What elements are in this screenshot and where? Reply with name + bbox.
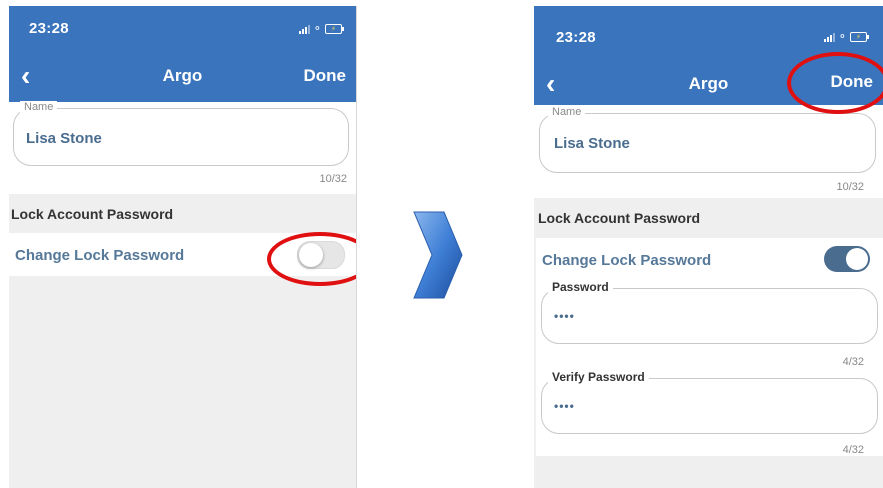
verify-password-field-label: Verify Password — [548, 370, 649, 384]
arrow-right-icon — [413, 211, 463, 299]
toggle-knob — [846, 248, 868, 270]
done-button[interactable]: Done — [304, 66, 347, 86]
name-field[interactable]: Name Lisa Stone — [13, 101, 349, 166]
name-field[interactable]: Name Lisa Stone — [539, 106, 876, 173]
status-icons: ⚬ ⚡ — [823, 31, 869, 43]
change-password-label: Change Lock Password — [542, 252, 712, 269]
screen-after: 23:28 ⚬ ⚡ ‹ Argo Done Name Lisa Stone 10… — [534, 6, 883, 488]
signal-bars-icon — [298, 24, 310, 34]
name-card: Name Lisa Stone 10/32 — [534, 105, 883, 198]
password-field-label: Password — [548, 280, 613, 294]
name-char-counter: 10/32 — [836, 181, 864, 193]
screen-before: 23:28 ⚬ ⚡ ‹ Argo Done Name Lisa Stone 10… — [9, 6, 357, 488]
section-title: Lock Account Password — [11, 206, 174, 222]
highlight-ring-done — [787, 52, 883, 114]
name-field-label: Name — [20, 101, 58, 113]
change-password-label: Change Lock Password — [15, 247, 185, 264]
name-char-counter: 10/32 — [319, 173, 347, 185]
signal-bars-icon — [823, 32, 835, 42]
highlight-ring-toggle — [267, 232, 356, 286]
password-field[interactable]: Password •••• — [541, 280, 878, 344]
battery-charging-icon: ⚡ — [850, 32, 869, 42]
status-time: 23:28 — [556, 29, 596, 46]
name-field-value: Lisa Stone — [554, 135, 630, 152]
password-field-value: •••• — [554, 309, 575, 323]
password-card: Change Lock Password Password •••• 4/32 … — [536, 238, 883, 456]
name-card: Name Lisa Stone 10/32 — [9, 101, 356, 194]
status-icons: ⚬ ⚡ — [298, 23, 344, 35]
section-title: Lock Account Password — [538, 210, 701, 226]
nav-header: 23:28 ⚬ ⚡ ‹ Argo Done — [9, 6, 356, 102]
verify-password-char-counter: 4/32 — [842, 444, 864, 456]
wifi-icon: ⚬ — [312, 23, 322, 35]
password-char-counter: 4/32 — [842, 356, 864, 368]
change-password-toggle[interactable] — [824, 246, 870, 272]
battery-charging-icon: ⚡ — [325, 24, 344, 34]
verify-password-field-value: •••• — [554, 399, 575, 413]
name-field-value: Lisa Stone — [26, 130, 102, 147]
name-field-label: Name — [548, 106, 586, 118]
verify-password-field[interactable]: Verify Password •••• — [541, 370, 878, 434]
status-time: 23:28 — [29, 20, 69, 37]
wifi-icon: ⚬ — [837, 31, 847, 43]
